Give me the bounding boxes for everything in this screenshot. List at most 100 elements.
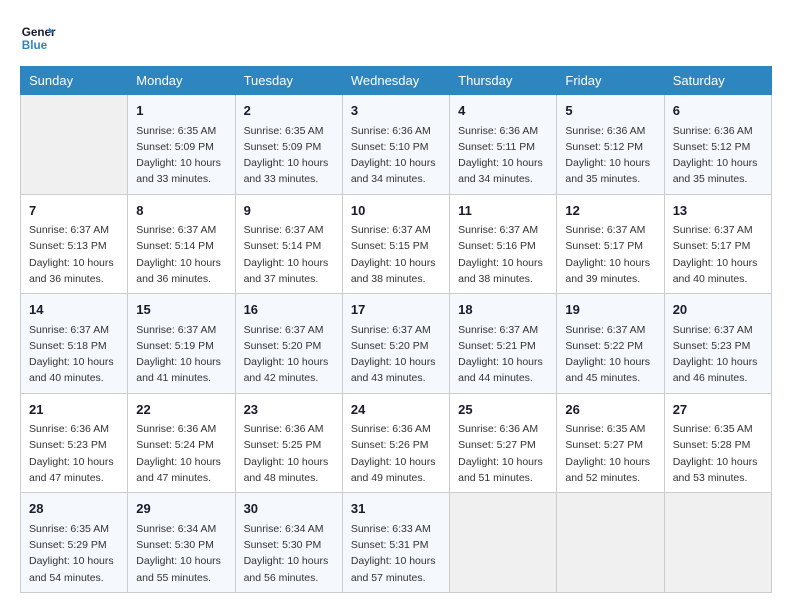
weekday-header-wednesday: Wednesday — [342, 67, 449, 95]
day-number: 1 — [136, 101, 226, 121]
day-number: 19 — [565, 300, 655, 320]
day-info: Sunrise: 6:36 AM Sunset: 5:10 PM Dayligh… — [351, 123, 441, 188]
calendar-cell: 22Sunrise: 6:36 AM Sunset: 5:24 PM Dayli… — [128, 393, 235, 493]
calendar-cell: 14Sunrise: 6:37 AM Sunset: 5:18 PM Dayli… — [21, 294, 128, 394]
calendar-cell: 24Sunrise: 6:36 AM Sunset: 5:26 PM Dayli… — [342, 393, 449, 493]
day-info: Sunrise: 6:37 AM Sunset: 5:22 PM Dayligh… — [565, 322, 655, 387]
day-info: Sunrise: 6:36 AM Sunset: 5:26 PM Dayligh… — [351, 421, 441, 486]
day-info: Sunrise: 6:36 AM Sunset: 5:25 PM Dayligh… — [244, 421, 334, 486]
calendar-cell: 27Sunrise: 6:35 AM Sunset: 5:28 PM Dayli… — [664, 393, 771, 493]
weekday-header-thursday: Thursday — [450, 67, 557, 95]
calendar-cell: 8Sunrise: 6:37 AM Sunset: 5:14 PM Daylig… — [128, 194, 235, 294]
calendar-cell: 21Sunrise: 6:36 AM Sunset: 5:23 PM Dayli… — [21, 393, 128, 493]
day-number: 29 — [136, 499, 226, 519]
day-number: 6 — [673, 101, 763, 121]
day-info: Sunrise: 6:37 AM Sunset: 5:14 PM Dayligh… — [244, 222, 334, 287]
calendar-cell — [450, 493, 557, 593]
calendar-cell: 29Sunrise: 6:34 AM Sunset: 5:30 PM Dayli… — [128, 493, 235, 593]
day-info: Sunrise: 6:33 AM Sunset: 5:31 PM Dayligh… — [351, 521, 441, 586]
calendar-week-2: 7Sunrise: 6:37 AM Sunset: 5:13 PM Daylig… — [21, 194, 772, 294]
weekday-header-monday: Monday — [128, 67, 235, 95]
calendar-cell: 5Sunrise: 6:36 AM Sunset: 5:12 PM Daylig… — [557, 95, 664, 195]
calendar-cell: 9Sunrise: 6:37 AM Sunset: 5:14 PM Daylig… — [235, 194, 342, 294]
calendar-cell: 18Sunrise: 6:37 AM Sunset: 5:21 PM Dayli… — [450, 294, 557, 394]
logo: General Blue — [20, 20, 56, 56]
day-info: Sunrise: 6:36 AM Sunset: 5:12 PM Dayligh… — [673, 123, 763, 188]
day-number: 11 — [458, 201, 548, 221]
day-number: 13 — [673, 201, 763, 221]
calendar-cell: 28Sunrise: 6:35 AM Sunset: 5:29 PM Dayli… — [21, 493, 128, 593]
day-number: 17 — [351, 300, 441, 320]
day-number: 22 — [136, 400, 226, 420]
calendar-cell: 11Sunrise: 6:37 AM Sunset: 5:16 PM Dayli… — [450, 194, 557, 294]
day-number: 24 — [351, 400, 441, 420]
weekday-header-row: SundayMondayTuesdayWednesdayThursdayFrid… — [21, 67, 772, 95]
day-number: 25 — [458, 400, 548, 420]
day-info: Sunrise: 6:34 AM Sunset: 5:30 PM Dayligh… — [244, 521, 334, 586]
calendar-cell: 3Sunrise: 6:36 AM Sunset: 5:10 PM Daylig… — [342, 95, 449, 195]
day-number: 23 — [244, 400, 334, 420]
day-info: Sunrise: 6:35 AM Sunset: 5:29 PM Dayligh… — [29, 521, 119, 586]
day-info: Sunrise: 6:36 AM Sunset: 5:12 PM Dayligh… — [565, 123, 655, 188]
calendar-cell: 13Sunrise: 6:37 AM Sunset: 5:17 PM Dayli… — [664, 194, 771, 294]
calendar-cell: 6Sunrise: 6:36 AM Sunset: 5:12 PM Daylig… — [664, 95, 771, 195]
weekday-header-friday: Friday — [557, 67, 664, 95]
day-number: 14 — [29, 300, 119, 320]
day-number: 4 — [458, 101, 548, 121]
calendar-cell: 4Sunrise: 6:36 AM Sunset: 5:11 PM Daylig… — [450, 95, 557, 195]
svg-text:General: General — [22, 26, 56, 39]
day-info: Sunrise: 6:37 AM Sunset: 5:18 PM Dayligh… — [29, 322, 119, 387]
calendar-week-4: 21Sunrise: 6:36 AM Sunset: 5:23 PM Dayli… — [21, 393, 772, 493]
calendar-cell: 23Sunrise: 6:36 AM Sunset: 5:25 PM Dayli… — [235, 393, 342, 493]
calendar-cell: 16Sunrise: 6:37 AM Sunset: 5:20 PM Dayli… — [235, 294, 342, 394]
day-number: 10 — [351, 201, 441, 221]
page-header: General Blue — [20, 20, 772, 56]
day-number: 21 — [29, 400, 119, 420]
day-info: Sunrise: 6:37 AM Sunset: 5:15 PM Dayligh… — [351, 222, 441, 287]
day-number: 3 — [351, 101, 441, 121]
day-info: Sunrise: 6:35 AM Sunset: 5:27 PM Dayligh… — [565, 421, 655, 486]
calendar-table: SundayMondayTuesdayWednesdayThursdayFrid… — [20, 66, 772, 593]
day-info: Sunrise: 6:37 AM Sunset: 5:17 PM Dayligh… — [673, 222, 763, 287]
calendar-cell: 19Sunrise: 6:37 AM Sunset: 5:22 PM Dayli… — [557, 294, 664, 394]
weekday-header-saturday: Saturday — [664, 67, 771, 95]
day-info: Sunrise: 6:34 AM Sunset: 5:30 PM Dayligh… — [136, 521, 226, 586]
day-number: 20 — [673, 300, 763, 320]
day-number: 18 — [458, 300, 548, 320]
day-number: 31 — [351, 499, 441, 519]
day-info: Sunrise: 6:36 AM Sunset: 5:24 PM Dayligh… — [136, 421, 226, 486]
day-number: 15 — [136, 300, 226, 320]
logo-icon: General Blue — [20, 20, 56, 56]
calendar-week-3: 14Sunrise: 6:37 AM Sunset: 5:18 PM Dayli… — [21, 294, 772, 394]
day-info: Sunrise: 6:37 AM Sunset: 5:20 PM Dayligh… — [244, 322, 334, 387]
day-number: 2 — [244, 101, 334, 121]
calendar-cell: 25Sunrise: 6:36 AM Sunset: 5:27 PM Dayli… — [450, 393, 557, 493]
day-number: 26 — [565, 400, 655, 420]
day-number: 9 — [244, 201, 334, 221]
day-info: Sunrise: 6:37 AM Sunset: 5:21 PM Dayligh… — [458, 322, 548, 387]
weekday-header-tuesday: Tuesday — [235, 67, 342, 95]
day-number: 27 — [673, 400, 763, 420]
day-number: 16 — [244, 300, 334, 320]
calendar-body: 1 Sunrise: 6:35 AM Sunset: 5:09 PM Daylig… — [21, 95, 772, 593]
calendar-cell: 15Sunrise: 6:37 AM Sunset: 5:19 PM Dayli… — [128, 294, 235, 394]
calendar-cell — [21, 95, 128, 195]
day-info: Sunrise: 6:35 AM Sunset: 5:28 PM Dayligh… — [673, 421, 763, 486]
svg-text:Blue: Blue — [22, 39, 48, 52]
calendar-cell: 31Sunrise: 6:33 AM Sunset: 5:31 PM Dayli… — [342, 493, 449, 593]
day-info: Sunrise: 6:35 AM Sunset: 5:09 PM Dayligh… — [244, 123, 334, 188]
day-info: Sunrise: 6:36 AM Sunset: 5:11 PM Dayligh… — [458, 123, 548, 188]
calendar-cell: 17Sunrise: 6:37 AM Sunset: 5:20 PM Dayli… — [342, 294, 449, 394]
calendar-cell: 20Sunrise: 6:37 AM Sunset: 5:23 PM Dayli… — [664, 294, 771, 394]
day-number: 7 — [29, 201, 119, 221]
day-number: 8 — [136, 201, 226, 221]
day-info: Sunrise: 6:37 AM Sunset: 5:16 PM Dayligh… — [458, 222, 548, 287]
calendar-cell: 7Sunrise: 6:37 AM Sunset: 5:13 PM Daylig… — [21, 194, 128, 294]
calendar-cell: 26Sunrise: 6:35 AM Sunset: 5:27 PM Dayli… — [557, 393, 664, 493]
day-info: Sunrise: 6:36 AM Sunset: 5:23 PM Dayligh… — [29, 421, 119, 486]
day-number: 5 — [565, 101, 655, 121]
calendar-cell: 1Sunrise: 6:35 AM Sunset: 5:09 PM Daylig… — [128, 95, 235, 195]
calendar-cell — [557, 493, 664, 593]
calendar-cell — [664, 493, 771, 593]
day-number: 28 — [29, 499, 119, 519]
